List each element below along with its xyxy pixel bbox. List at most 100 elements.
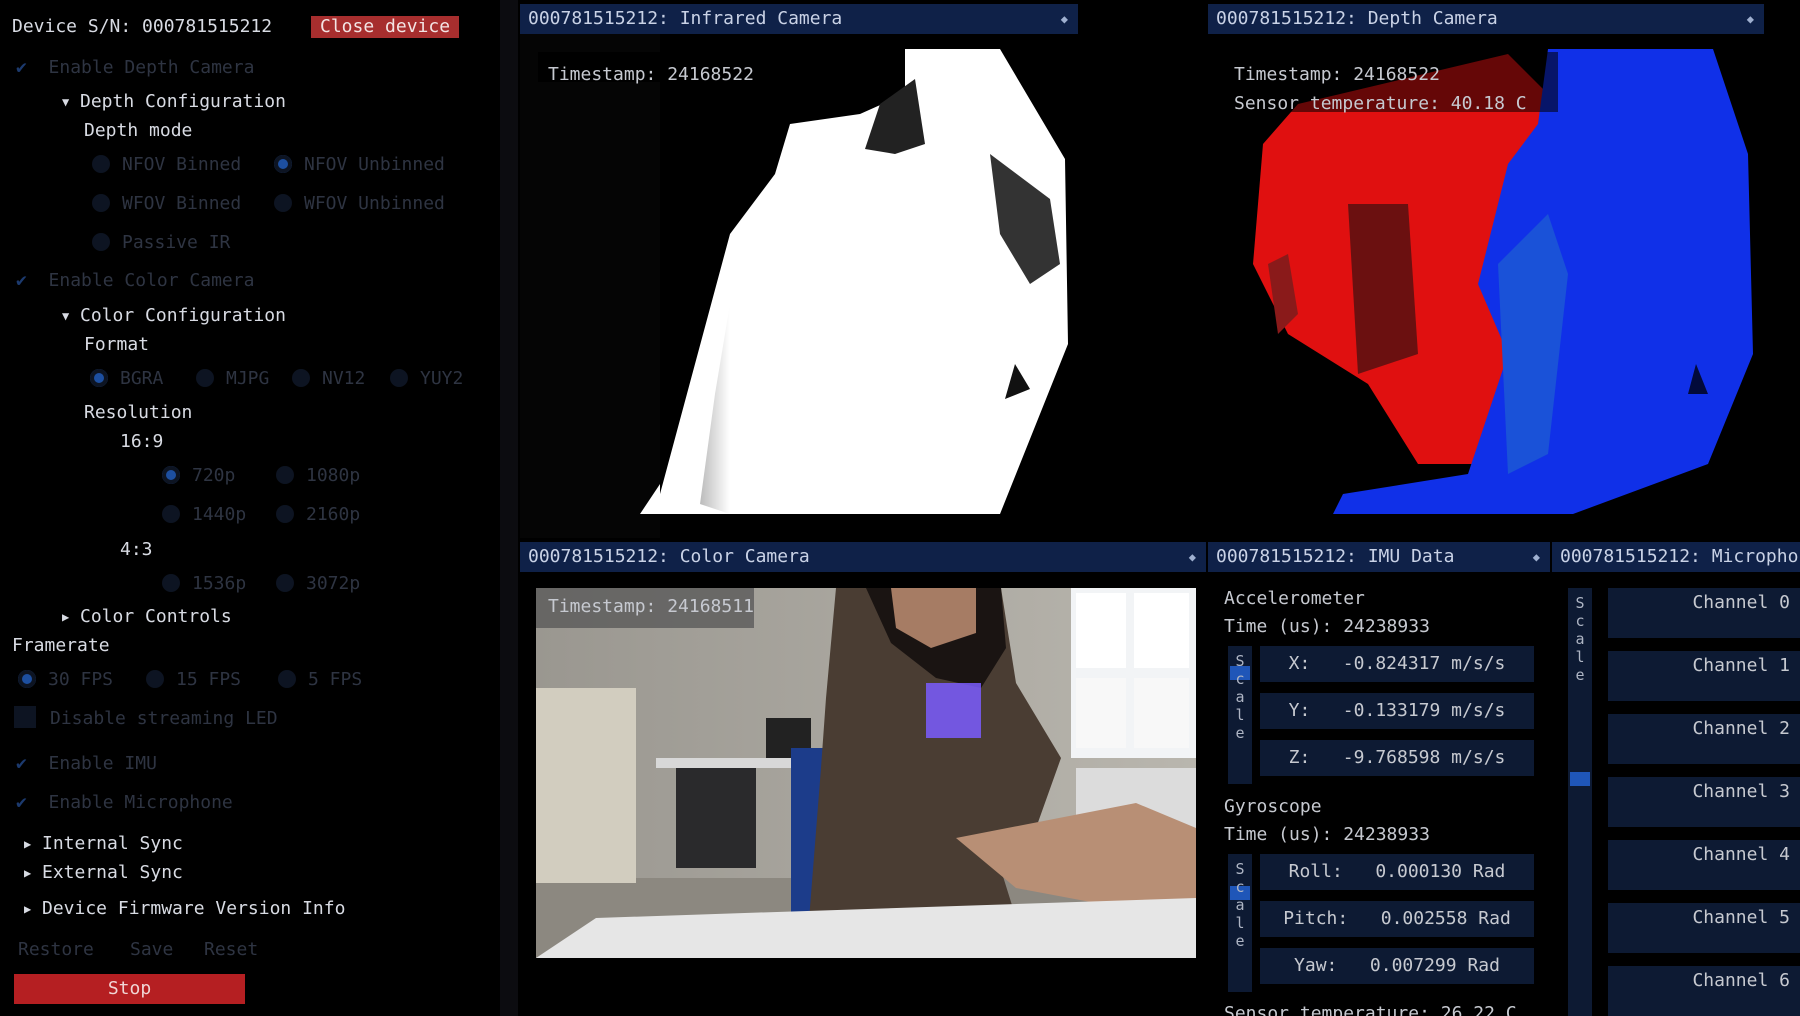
radio-icon xyxy=(276,466,294,484)
window-pin-icon[interactable]: ◆ xyxy=(1061,4,1068,34)
depth-mode-wfov-unbinned[interactable]: WFOV Unbinned xyxy=(274,192,445,216)
infrared-timestamp: Timestamp: 24168522 xyxy=(548,64,754,85)
depth-titlebar[interactable]: 000781515212: Depth Camera ◆ xyxy=(1208,4,1764,34)
close-device-button[interactable]: Close device xyxy=(311,16,460,38)
radio-selected-icon xyxy=(18,670,36,688)
mic-channel-5: Channel 5 xyxy=(1608,903,1800,953)
firmware-info-toggle[interactable]: ▶ Device Firmware Version Info xyxy=(24,897,345,921)
res-3072p[interactable]: 3072p xyxy=(276,572,360,596)
res-2160p[interactable]: 2160p xyxy=(276,503,360,527)
external-sync-toggle[interactable]: ▶ External Sync xyxy=(24,861,183,885)
window-pin-icon[interactable]: ◆ xyxy=(1747,4,1754,34)
imu-titlebar[interactable]: 000781515212: IMU Data ◆ xyxy=(1208,542,1550,572)
format-yuy2[interactable]: YUY2 xyxy=(390,367,463,391)
depth-mode-nfov-binned[interactable]: NFOV Binned xyxy=(92,153,241,177)
radio-icon xyxy=(278,670,296,688)
check-icon: ✔ xyxy=(16,792,27,813)
internal-sync-toggle[interactable]: ▶ Internal Sync xyxy=(24,832,183,856)
internal-sync-label: Internal Sync xyxy=(42,833,183,854)
microphone-titlebar[interactable]: 000781515212: Microphone xyxy=(1552,542,1800,572)
gyro-pitch-value: Pitch: 0.002558 Rad xyxy=(1260,901,1534,937)
panel-splitter[interactable] xyxy=(500,0,518,1016)
enable-color-checkbox[interactable]: ✔ Enable Color Camera xyxy=(16,269,254,293)
restore-button[interactable]: Restore xyxy=(18,938,94,962)
save-button[interactable]: Save xyxy=(130,938,173,962)
mic-scale-slider[interactable]: Scale xyxy=(1568,588,1592,1016)
accel-y-value: Y: -0.133179 m/s/s xyxy=(1260,693,1534,729)
reset-button[interactable]: Reset xyxy=(204,938,258,962)
enable-imu-checkbox[interactable]: ✔ Enable IMU xyxy=(16,752,157,776)
depth-sensor-temperature: Sensor temperature: 40.18 C xyxy=(1234,93,1527,114)
framerate-label: Framerate xyxy=(12,635,110,656)
depth-title: 000781515212: Depth Camera xyxy=(1216,8,1498,29)
format-text: MJPG xyxy=(226,368,270,389)
color-controls-toggle[interactable]: ▶ Color Controls xyxy=(62,605,232,629)
mic-channel-0: Channel 0 xyxy=(1608,588,1800,638)
format-text: YUY2 xyxy=(420,368,464,389)
depth-config-label: Depth Configuration xyxy=(80,91,286,112)
res-text: 1440p xyxy=(192,504,247,525)
depth-mode-nfov-unbinned[interactable]: NFOV Unbinned xyxy=(274,153,445,177)
radio-icon xyxy=(162,505,180,523)
depth-mode-wfov-binned[interactable]: WFOV Binned xyxy=(92,192,241,216)
mic-channel-2: Channel 2 xyxy=(1608,714,1800,764)
window-pin-icon[interactable]: ◆ xyxy=(1189,542,1196,572)
color-image xyxy=(536,588,1196,958)
accel-z-value: Z: -9.768598 m/s/s xyxy=(1260,740,1534,776)
accel-scale-slider[interactable]: Scale xyxy=(1228,646,1252,784)
disable-led-checkbox[interactable]: Disable streaming LED xyxy=(14,706,278,731)
accel-x-value: X: -0.824317 m/s/s xyxy=(1260,646,1534,682)
firmware-info-label: Device Firmware Version Info xyxy=(42,898,346,919)
radio-selected-icon xyxy=(162,466,180,484)
color-title: 000781515212: Color Camera xyxy=(528,546,810,567)
enable-depth-checkbox[interactable]: ✔ Enable Depth Camera xyxy=(16,56,254,80)
res-text: 2160p xyxy=(306,504,361,525)
infrared-titlebar[interactable]: 000781515212: Infrared Camera ◆ xyxy=(520,4,1078,34)
depth-mode-text: Passive IR xyxy=(122,232,231,253)
color-timestamp: Timestamp: 24168511 xyxy=(548,596,754,617)
depth-config-toggle[interactable]: ▼ Depth Configuration xyxy=(62,90,286,114)
infrared-camera-window: 000781515212: Infrared Camera ◆ Timestam… xyxy=(520,4,1078,538)
format-mjpg[interactable]: MJPG xyxy=(196,367,269,391)
color-config-toggle[interactable]: ▼ Color Configuration xyxy=(62,304,286,328)
res-1440p[interactable]: 1440p xyxy=(162,503,246,527)
enable-depth-label: Enable Depth Camera xyxy=(48,57,255,78)
slider-grab[interactable] xyxy=(1570,772,1590,786)
color-titlebar[interactable]: 000781515212: Color Camera ◆ xyxy=(520,542,1206,572)
gyro-roll-value: Roll: 0.000130 Rad xyxy=(1260,854,1534,890)
fps-5[interactable]: 5 FPS xyxy=(278,668,362,692)
res-text: 1080p xyxy=(306,465,361,486)
accelerometer-label: Accelerometer xyxy=(1224,588,1365,609)
stop-button[interactable]: Stop xyxy=(14,974,245,1004)
res-text: 720p xyxy=(192,465,236,486)
format-bgra[interactable]: BGRA xyxy=(90,367,163,391)
depth-mode-label: Depth mode xyxy=(84,120,193,141)
res-1536p[interactable]: 1536p xyxy=(162,572,246,596)
radio-icon xyxy=(390,369,408,387)
microphone-window: 000781515212: Microphone Scale Channel 0… xyxy=(1552,542,1800,1016)
format-text: BGRA xyxy=(120,368,164,389)
imu-title: 000781515212: IMU Data xyxy=(1216,546,1455,567)
enable-color-label: Enable Color Camera xyxy=(48,270,255,291)
radio-icon xyxy=(292,369,310,387)
fps-15[interactable]: 15 FPS xyxy=(146,668,241,692)
imu-data-window: 000781515212: IMU Data ◆ Accelerometer T… xyxy=(1208,542,1550,1016)
device-config-panel: Device S/N: 000781515212 Close device ✔ … xyxy=(0,0,500,1016)
format-nv12[interactable]: NV12 xyxy=(292,367,365,391)
radio-icon xyxy=(92,194,110,212)
accel-time: Time (us): 24238933 xyxy=(1224,616,1430,637)
format-text: NV12 xyxy=(322,368,366,389)
res-720p[interactable]: 720p xyxy=(162,464,235,488)
gyro-scale-slider[interactable]: Scale xyxy=(1228,854,1252,992)
res-1080p[interactable]: 1080p xyxy=(276,464,360,488)
depth-mode-passive-ir[interactable]: Passive IR xyxy=(92,231,230,255)
gyro-scale-text: Scale xyxy=(1235,860,1245,950)
enable-imu-label: Enable IMU xyxy=(48,753,157,774)
fps-30[interactable]: 30 FPS xyxy=(18,668,113,692)
gyro-time: Time (us): 24238933 xyxy=(1224,824,1430,845)
depth-mode-text: WFOV Binned xyxy=(122,193,242,214)
enable-mic-checkbox[interactable]: ✔ Enable Microphone xyxy=(16,791,233,815)
triangle-right-icon: ▶ xyxy=(24,866,32,880)
gyro-yaw-value: Yaw: 0.007299 Rad xyxy=(1260,948,1534,984)
window-pin-icon[interactable]: ◆ xyxy=(1533,542,1540,572)
